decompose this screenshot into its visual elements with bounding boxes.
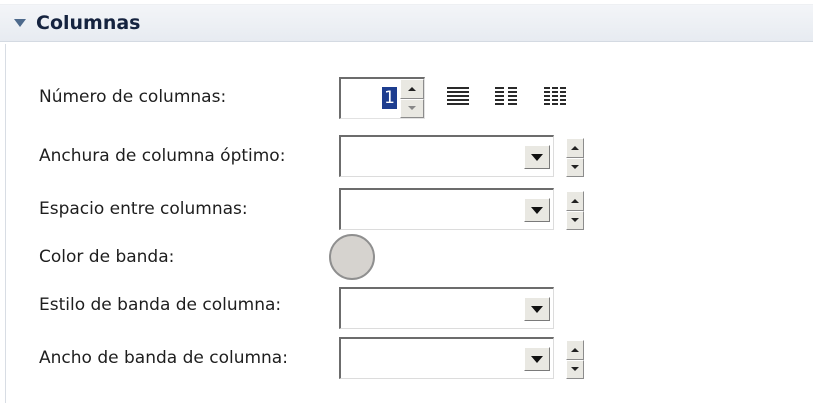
optimal-width-spinner — [566, 138, 584, 177]
decrement-button[interactable] — [566, 157, 584, 177]
increment-button[interactable] — [400, 79, 424, 99]
band-width-dropdown-button[interactable] — [524, 347, 550, 371]
band-color-label: Color de banda: — [39, 247, 175, 267]
increment-button[interactable] — [566, 340, 584, 360]
chevron-down-icon — [531, 206, 543, 214]
band-width-label: Ancho de banda de columna: — [39, 348, 288, 368]
section-title: Columnas — [36, 12, 141, 34]
band-color-picker[interactable] — [329, 234, 375, 280]
optimal-width-label: Anchura de columna óptimo: — [39, 146, 286, 166]
chevron-down-icon — [531, 153, 543, 161]
arrow-down-icon — [571, 218, 579, 223]
increment-button[interactable] — [566, 191, 584, 211]
decrement-button[interactable] — [566, 210, 584, 230]
band-style-combobox[interactable] — [339, 287, 554, 329]
column-spacing-spinner — [566, 191, 584, 230]
band-style-dropdown-button[interactable] — [524, 297, 550, 321]
decrement-button[interactable] — [400, 98, 424, 118]
arrow-up-icon — [571, 198, 579, 203]
arrow-up-icon — [571, 145, 579, 150]
chevron-down-icon — [531, 305, 543, 313]
arrow-up-icon — [571, 347, 579, 352]
band-width-spinner — [566, 340, 584, 379]
arrow-down-icon — [571, 367, 579, 372]
columns-count-value[interactable]: 1 — [382, 87, 397, 109]
column-spacing-combobox[interactable] — [339, 188, 554, 230]
collapse-triangle-icon[interactable] — [10, 13, 30, 33]
columns-count-spinbox[interactable]: 1 — [339, 77, 425, 119]
arrow-up-icon — [408, 86, 416, 91]
arrow-down-icon — [408, 106, 416, 111]
column-spacing-label: Espacio entre columnas: — [39, 199, 248, 219]
band-style-label: Estilo de banda de columna: — [39, 295, 282, 315]
optimal-width-dropdown-button[interactable] — [524, 145, 550, 169]
panel-divider — [5, 44, 6, 403]
band-width-combobox[interactable] — [339, 337, 554, 379]
two-column-layout-icon[interactable] — [494, 86, 518, 108]
columns-count-spin-buttons — [400, 79, 424, 118]
chevron-down-icon — [531, 355, 543, 363]
columns-count-label: Número de columnas: — [39, 87, 227, 107]
increment-button[interactable] — [566, 138, 584, 158]
three-column-layout-icon[interactable] — [543, 86, 567, 108]
decrement-button[interactable] — [566, 359, 584, 379]
column-spacing-dropdown-button[interactable] — [524, 198, 550, 222]
arrow-down-icon — [571, 165, 579, 170]
section-header[interactable]: Columnas — [0, 4, 813, 42]
one-column-layout-icon[interactable] — [446, 86, 470, 108]
columns-panel: Columnas Número de columnas: 1 Anchura d… — [0, 0, 813, 403]
optimal-width-combobox[interactable] — [339, 135, 554, 177]
